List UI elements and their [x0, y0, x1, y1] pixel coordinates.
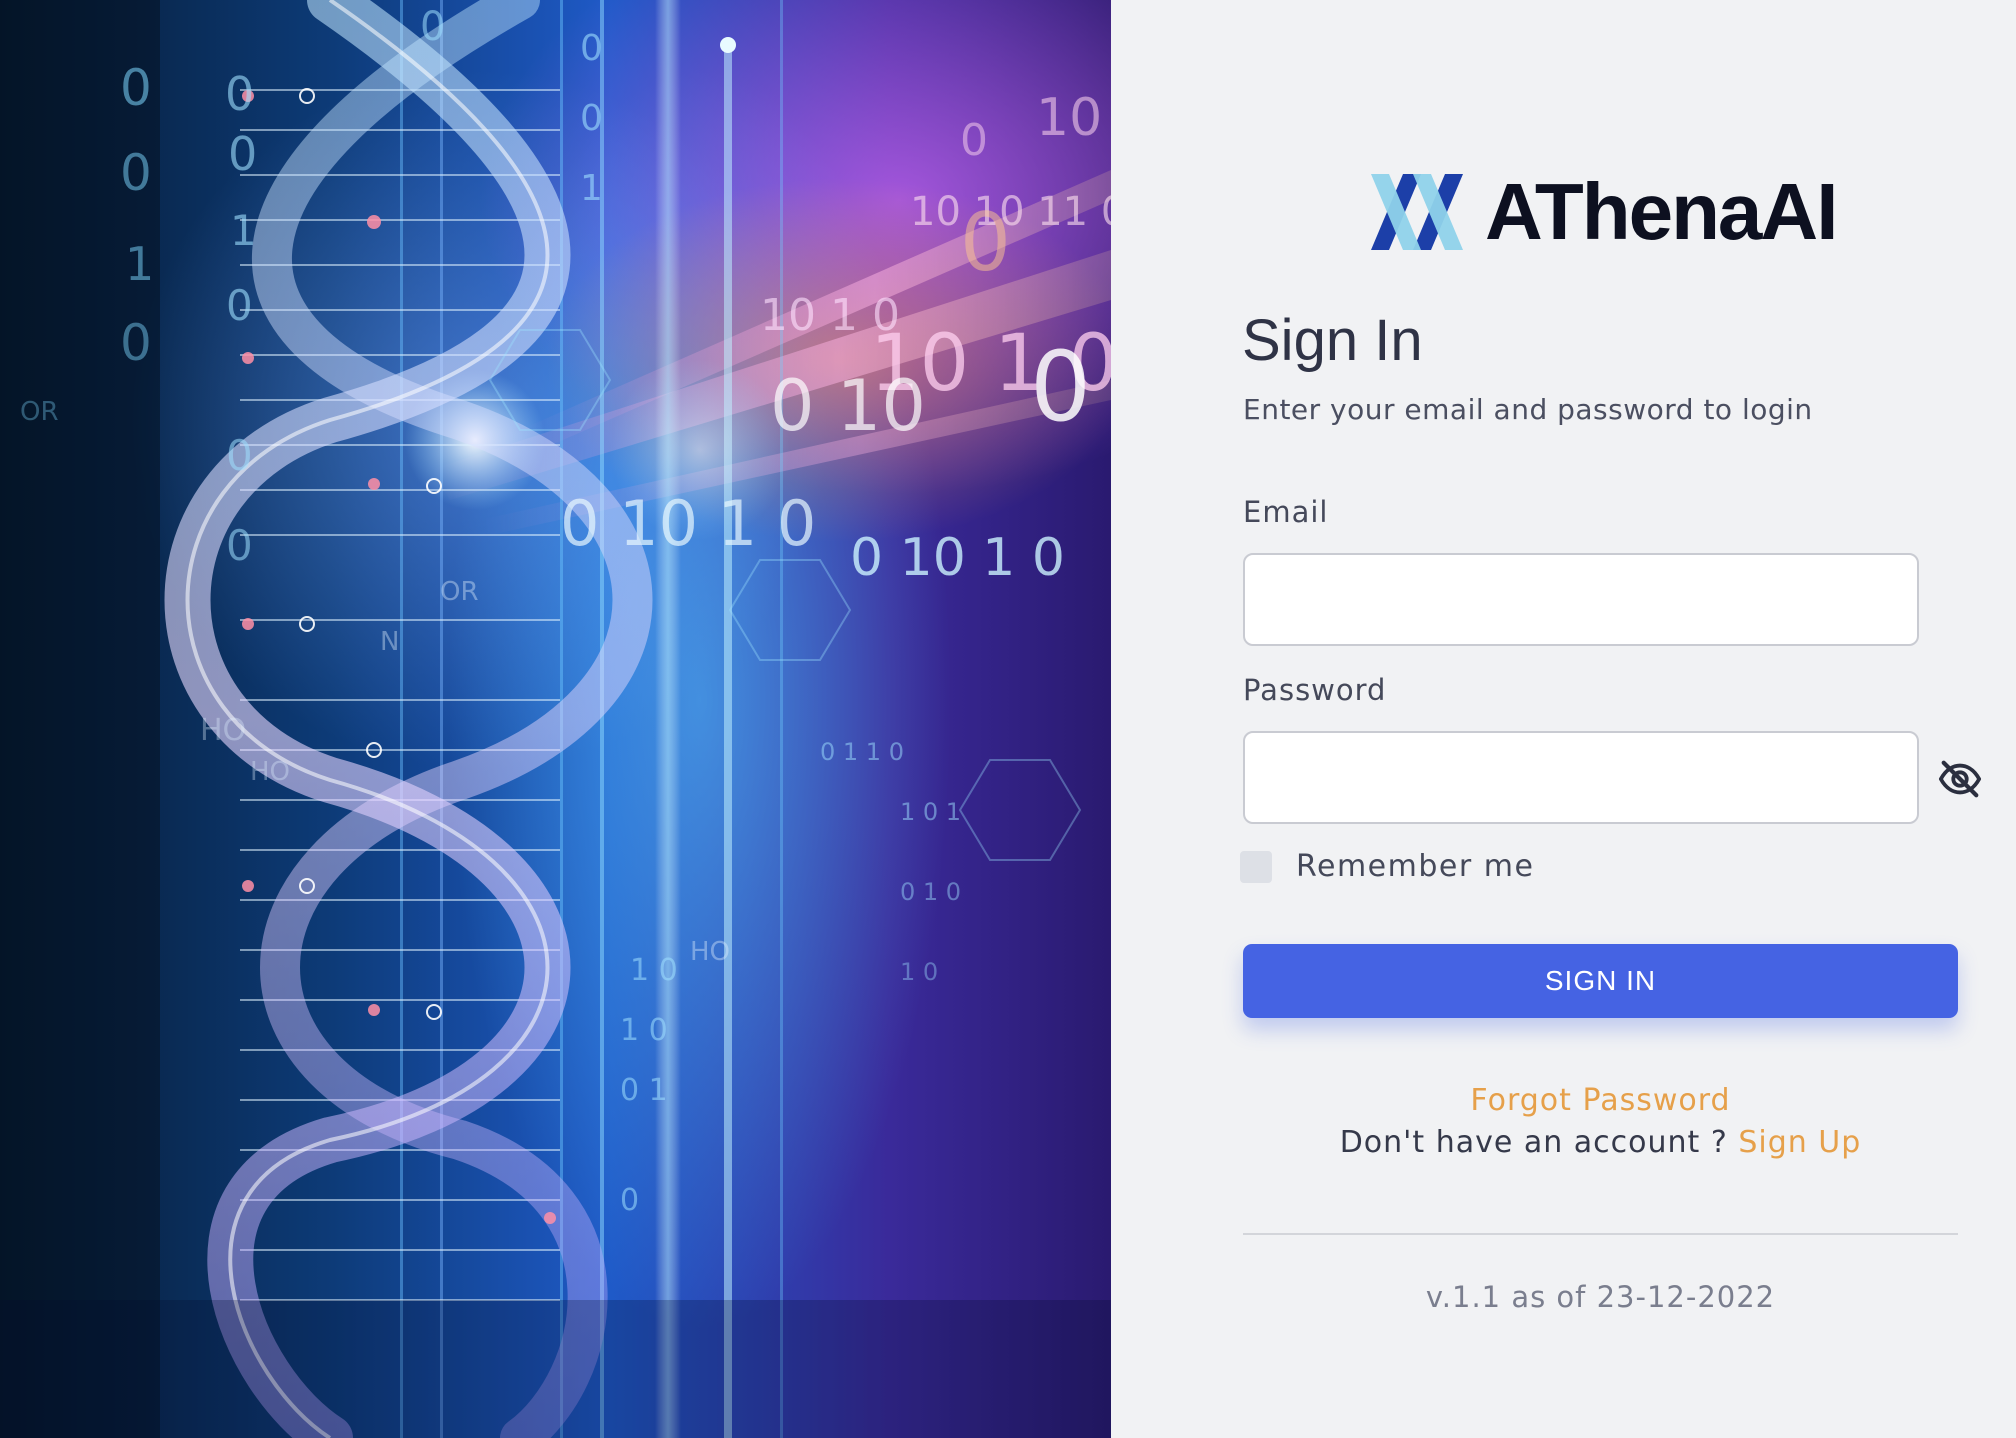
forgot-password-row: Forgot Password — [1243, 1083, 1958, 1118]
eye-off-icon[interactable] — [1937, 756, 1983, 802]
svg-text:10: 10 — [1036, 88, 1102, 148]
svg-text:0: 0 — [225, 67, 254, 121]
svg-text:0: 0 — [580, 28, 603, 69]
svg-text:0: 0 — [120, 144, 152, 202]
checkbox-box[interactable] — [1240, 850, 1272, 883]
brand: AThenaAI — [1369, 167, 1838, 256]
svg-text:0 1 1 0: 0 1 1 0 — [820, 738, 904, 766]
email-field[interactable] — [1243, 553, 1919, 646]
no-account-text: Don't have an account ? — [1339, 1125, 1739, 1160]
svg-text:HO: HO — [690, 937, 730, 967]
svg-text:0: 0 — [420, 4, 445, 50]
svg-text:0: 0 — [226, 431, 253, 480]
svg-text:0 10: 0 10 — [770, 365, 926, 447]
remember-me-checkbox[interactable]: Remember me — [1240, 849, 1534, 884]
hero-image: 10 0 10 10 11 0 0 10 1 0 10 1 0 0 0 10 0… — [0, 0, 1111, 1438]
svg-text:OR: OR — [440, 577, 479, 607]
svg-text:0: 0 — [580, 98, 603, 139]
athena-logo-icon — [1371, 174, 1463, 250]
svg-text:0 1 0: 0 1 0 — [900, 878, 961, 906]
forgot-password-link[interactable]: Forgot Password — [1470, 1083, 1730, 1118]
svg-text:1 0: 1 0 — [900, 958, 938, 986]
svg-text:1 0: 1 0 — [620, 1013, 668, 1048]
divider — [1243, 1233, 1958, 1235]
svg-text:0: 0 — [620, 1183, 639, 1218]
signup-row: Don't have an account ? Sign Up — [1243, 1125, 1958, 1160]
svg-text:0: 0 — [960, 115, 988, 166]
svg-text:0 1: 0 1 — [620, 1073, 668, 1108]
login-panel: AThenaAI Sign In Enter your email and pa… — [1111, 0, 2016, 1438]
sign-in-button[interactable]: SIGN IN — [1243, 944, 1958, 1018]
page-subtitle: Enter your email and password to login — [1243, 393, 1813, 426]
svg-text:0: 0 — [228, 127, 257, 181]
svg-text:1 0 1: 1 0 1 — [900, 798, 961, 826]
remember-me-label: Remember me — [1296, 849, 1535, 884]
page-title: Sign In — [1242, 308, 1423, 373]
password-label: Password — [1243, 673, 1387, 707]
dna-illustration: 10 0 10 10 11 0 0 10 1 0 10 1 0 0 0 10 0… — [0, 0, 1111, 1438]
svg-text:0: 0 — [226, 521, 253, 570]
password-field[interactable] — [1243, 731, 1919, 824]
svg-text:0: 0 — [1030, 331, 1091, 443]
svg-text:0: 0 — [960, 196, 1011, 289]
svg-text:0: 0 — [226, 281, 253, 330]
svg-text:0: 0 — [120, 59, 152, 117]
svg-text:HO: HO — [200, 713, 246, 748]
sign-up-link[interactable]: Sign Up — [1738, 1125, 1861, 1160]
version-text: v.1.1 as of 23-12-2022 — [1425, 1280, 1776, 1314]
svg-text:0 10 1 0: 0 10 1 0 — [850, 528, 1065, 588]
svg-text:1: 1 — [580, 168, 603, 209]
email-label: Email — [1243, 495, 1329, 529]
svg-text:1: 1 — [125, 237, 154, 291]
svg-text:0: 0 — [120, 314, 152, 372]
svg-text:0 10 1 0: 0 10 1 0 — [560, 487, 816, 560]
svg-text:1: 1 — [230, 206, 257, 255]
svg-text:1 0: 1 0 — [630, 953, 678, 988]
svg-text:OR: OR — [20, 397, 59, 427]
svg-text:HO: HO — [250, 757, 290, 787]
svg-text:N: N — [380, 627, 399, 657]
brand-name: AThenaAI — [1485, 167, 1838, 256]
